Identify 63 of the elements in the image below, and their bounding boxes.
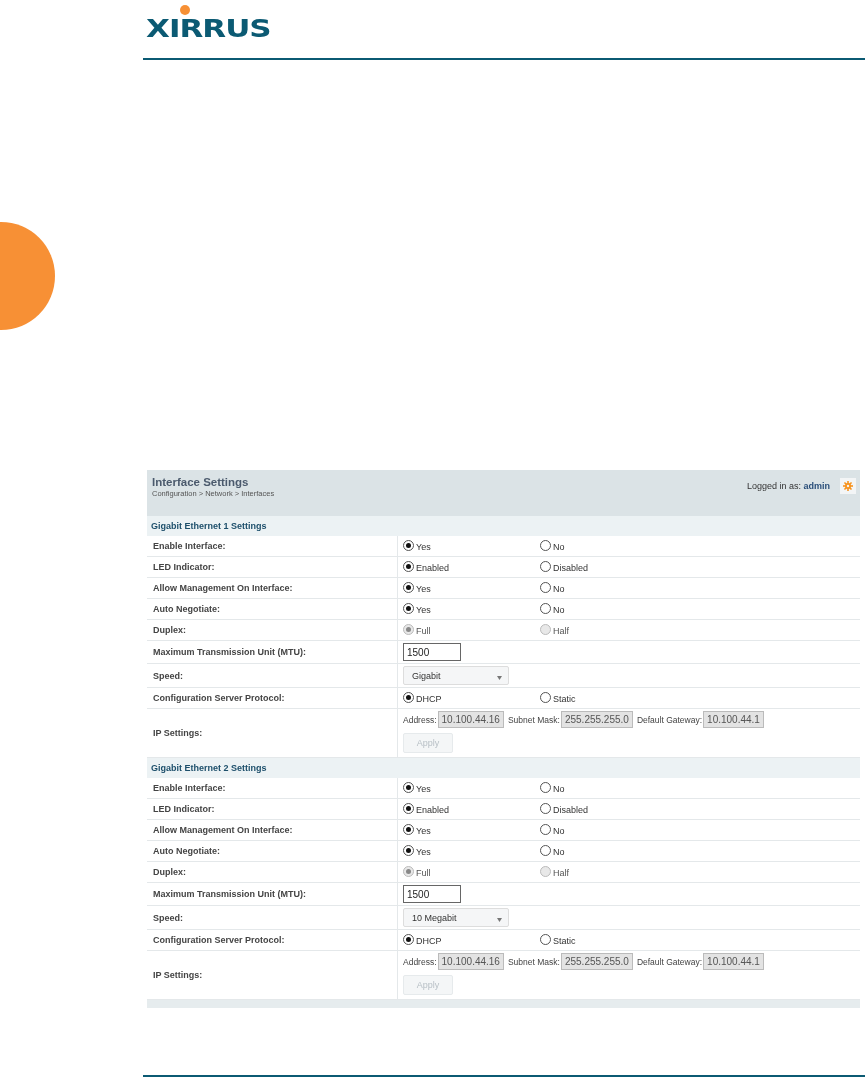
field-label: Maximum Transmission Unit (MTU): — [147, 883, 398, 905]
field-label: IP Settings: — [147, 709, 398, 757]
field-label: Auto Negotiate: — [147, 841, 398, 861]
section-header: Gigabit Ethernet 2 Settings — [147, 758, 860, 778]
speed-dropdown[interactable]: Gigabit — [403, 666, 509, 685]
login-status: Logged in as: admin — [746, 481, 830, 491]
field-label: Address: — [403, 714, 437, 725]
radio-option[interactable]: Disabled — [540, 803, 589, 815]
mtu-input[interactable]: 1500 — [403, 885, 461, 903]
radio-option[interactable]: Yes — [403, 582, 431, 594]
field-label: Auto Negotiate: — [147, 599, 398, 619]
radio-option[interactable]: No — [540, 540, 565, 552]
field-label: LED Indicator: — [147, 799, 398, 819]
page-title: Interface Settings — [152, 476, 250, 488]
radio-option[interactable]: No — [540, 603, 565, 615]
radio-option[interactable]: Static — [540, 934, 576, 946]
radio-option[interactable]: Yes — [403, 824, 431, 836]
ip-field[interactable]: 10.100.44.16 — [437, 953, 504, 970]
radio-option[interactable]: Enabled — [403, 561, 450, 573]
field-label: Enable Interface: — [147, 778, 398, 798]
field-label: Allow Management On Interface: — [147, 578, 398, 598]
radio-option[interactable]: DHCP — [403, 934, 442, 946]
mtu-input[interactable]: 1500 — [403, 643, 461, 661]
field-label: Address: — [403, 956, 437, 967]
ip-field[interactable]: 10.100.44.1 — [703, 953, 764, 970]
radio-option[interactable]: Yes — [403, 603, 431, 615]
ip-field[interactable]: 255.255.255.0 — [560, 711, 633, 728]
field-label: Enable Interface: — [147, 536, 398, 556]
radio-option[interactable]: Static — [540, 692, 576, 704]
logo-dot-icon — [180, 5, 190, 15]
radio-option[interactable]: Yes — [403, 540, 431, 552]
radio-option[interactable]: Yes — [403, 782, 431, 794]
radio-option[interactable]: Yes — [403, 845, 431, 857]
radio-option[interactable]: DHCP — [403, 692, 442, 704]
radio-option[interactable]: No — [540, 582, 565, 594]
radio-option[interactable]: Disabled — [540, 561, 589, 573]
field-label: Default Gateway: — [636, 956, 703, 967]
field-label: Duplex: — [147, 620, 398, 640]
radio-option[interactable]: No — [540, 824, 565, 836]
caret-icon — [497, 675, 502, 680]
section-header: Gigabit Ethernet 1 Settings — [147, 516, 860, 536]
radio-option[interactable]: No — [540, 782, 565, 794]
radio-option[interactable]: No — [540, 845, 565, 857]
caret-icon — [497, 917, 502, 922]
logo: XIRRUS — [146, 14, 271, 42]
field-label: Speed: — [147, 664, 398, 687]
field-label: Maximum Transmission Unit (MTU): — [147, 641, 398, 663]
field-label: Speed: — [147, 906, 398, 929]
field-label: Subnet Mask: — [507, 956, 560, 967]
ip-field[interactable]: 10.100.44.1 — [703, 711, 764, 728]
field-label: IP Settings: — [147, 951, 398, 999]
ip-field[interactable]: 10.100.44.16 — [437, 711, 504, 728]
field-label: LED Indicator: — [147, 557, 398, 577]
field-label: Subnet Mask: — [507, 714, 560, 725]
field-label: Duplex: — [147, 862, 398, 882]
field-label: Default Gateway: — [636, 714, 703, 725]
radio-option[interactable]: Enabled — [403, 803, 450, 815]
field-label: Configuration Server Protocol: — [147, 688, 398, 708]
field-label: Configuration Server Protocol: — [147, 930, 398, 950]
field-label: Allow Management On Interface: — [147, 820, 398, 840]
ip-field[interactable]: 255.255.255.0 — [560, 953, 633, 970]
settings-icon[interactable] — [840, 478, 856, 494]
speed-dropdown[interactable]: 10 Megabit — [403, 908, 509, 927]
